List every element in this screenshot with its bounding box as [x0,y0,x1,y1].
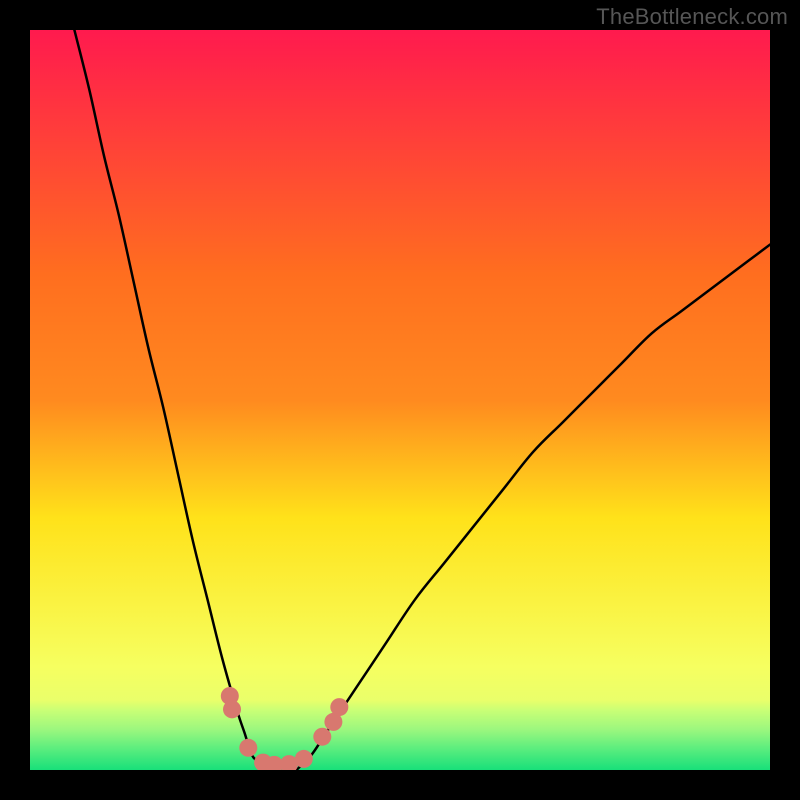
marker-point [330,698,348,716]
watermark-text: TheBottleneck.com [596,4,788,30]
chart-frame: TheBottleneck.com [0,0,800,800]
marker-point [223,700,241,718]
chart-svg [30,30,770,770]
marker-point [239,739,257,757]
plot-area [30,30,770,770]
chart-background [30,30,770,770]
marker-point [295,750,313,768]
marker-point [313,728,331,746]
